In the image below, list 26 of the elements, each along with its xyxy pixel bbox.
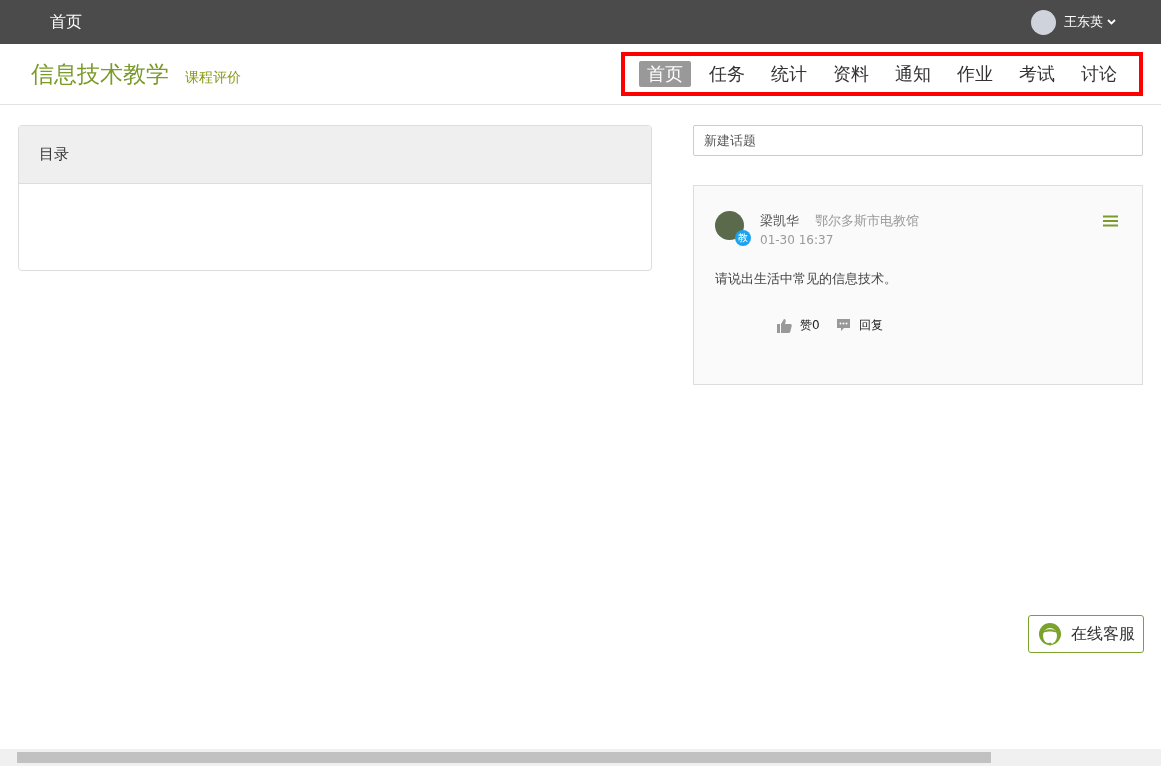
post-content: 请说出生活中常见的信息技术。 — [715, 269, 898, 288]
online-support-button[interactable]: 在线客服 — [1028, 615, 1144, 653]
course-title: 信息技术教学 — [31, 59, 169, 89]
nav-tab[interactable]: 考试 — [1011, 61, 1063, 87]
user-name[interactable]: 王东英 — [1064, 12, 1103, 32]
home-link[interactable]: 首页 — [50, 10, 82, 34]
user-avatar[interactable] — [1031, 9, 1056, 35]
post-time: 01-30 16:37 — [760, 231, 835, 249]
nav-tab[interactable]: 讨论 — [1073, 61, 1125, 87]
nav-tab[interactable]: 任务 — [701, 61, 753, 87]
comment-icon[interactable] — [835, 317, 851, 333]
catalog-title: 目录 — [39, 144, 69, 166]
headset-agent-icon — [1037, 621, 1063, 647]
like-link[interactable]: 赞0 — [800, 316, 820, 334]
author-organization: 鄂尔多斯市电教馆 — [815, 212, 919, 230]
menu-icon[interactable] — [1103, 215, 1118, 227]
teacher-badge: 教 — [735, 230, 751, 246]
nav-tab[interactable]: 作业 — [949, 61, 1001, 87]
caret-icon[interactable] — [1107, 19, 1116, 25]
thumbs-up-icon[interactable] — [777, 317, 792, 333]
nav-tab[interactable]: 通知 — [887, 61, 939, 87]
author-name: 梁凯华 — [760, 212, 799, 230]
new-topic-field[interactable]: 新建话题 — [693, 125, 1143, 156]
nav-tab[interactable]: 统计 — [763, 61, 815, 87]
reply-link[interactable]: 回复 — [858, 316, 883, 334]
nav-tab[interactable]: 资料 — [825, 61, 877, 87]
